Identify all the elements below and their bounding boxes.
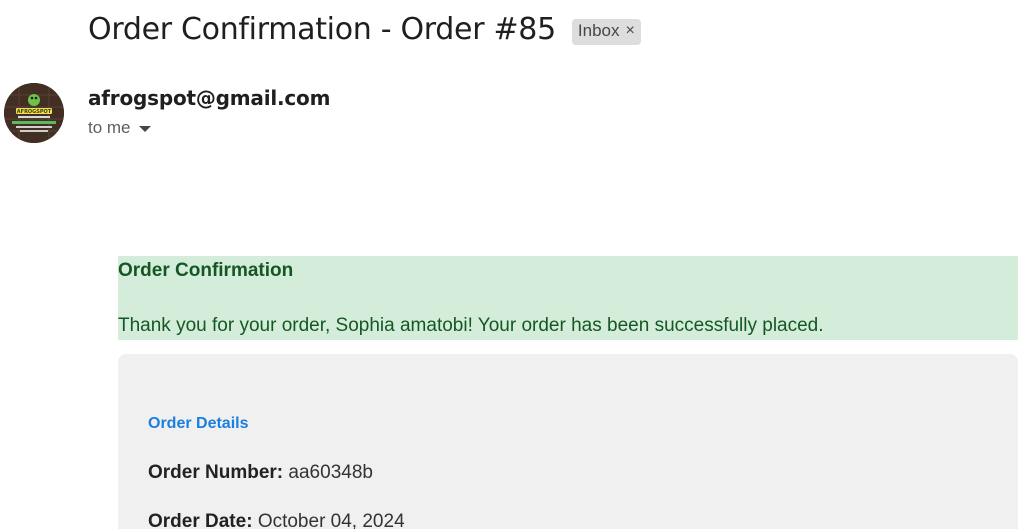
recipient-label: to me — [88, 118, 131, 137]
recipient-details-toggle[interactable]: to me — [88, 118, 151, 138]
inbox-label-chip[interactable]: Inbox × — [571, 18, 641, 45]
order-details-card: Order Details Order Number: aa60348b Ord… — [118, 354, 1018, 529]
order-date-value: October 04, 2024 — [257, 511, 405, 529]
sender-email: afrogspot@gmail.com — [88, 86, 331, 110]
sender-avatar[interactable]: AFROGSPOT — [4, 83, 64, 143]
order-number-value: aa60348b — [288, 462, 373, 483]
afrogspot-logo: AFROGSPOT — [4, 83, 64, 143]
order-number-row: Order Number: aa60348b — [148, 462, 373, 484]
order-date-row: Order Date: October 04, 2024 — [148, 511, 405, 529]
email-view: Order Confirmation - Order #85 Inbox × A… — [0, 0, 1025, 529]
email-subject: Order Confirmation - Order #85 — [88, 12, 556, 47]
close-icon[interactable]: × — [625, 22, 634, 40]
banner-title: Order Confirmation — [118, 260, 294, 281]
order-date-label: Order Date: — [148, 511, 253, 529]
order-details-heading: Order Details — [148, 415, 249, 432]
chevron-down-icon[interactable] — [138, 126, 151, 132]
confirmation-banner: Order Confirmation Thank you for your or… — [118, 256, 1018, 340]
subject-row: Order Confirmation - Order #85 Inbox × — [88, 12, 641, 47]
banner-message: Thank you for your order, Sophia amatobi… — [118, 315, 824, 336]
svg-text:AFROGSPOT: AFROGSPOT — [17, 109, 52, 115]
inbox-label-text: Inbox — [577, 21, 620, 40]
order-number-label: Order Number: — [148, 462, 284, 483]
